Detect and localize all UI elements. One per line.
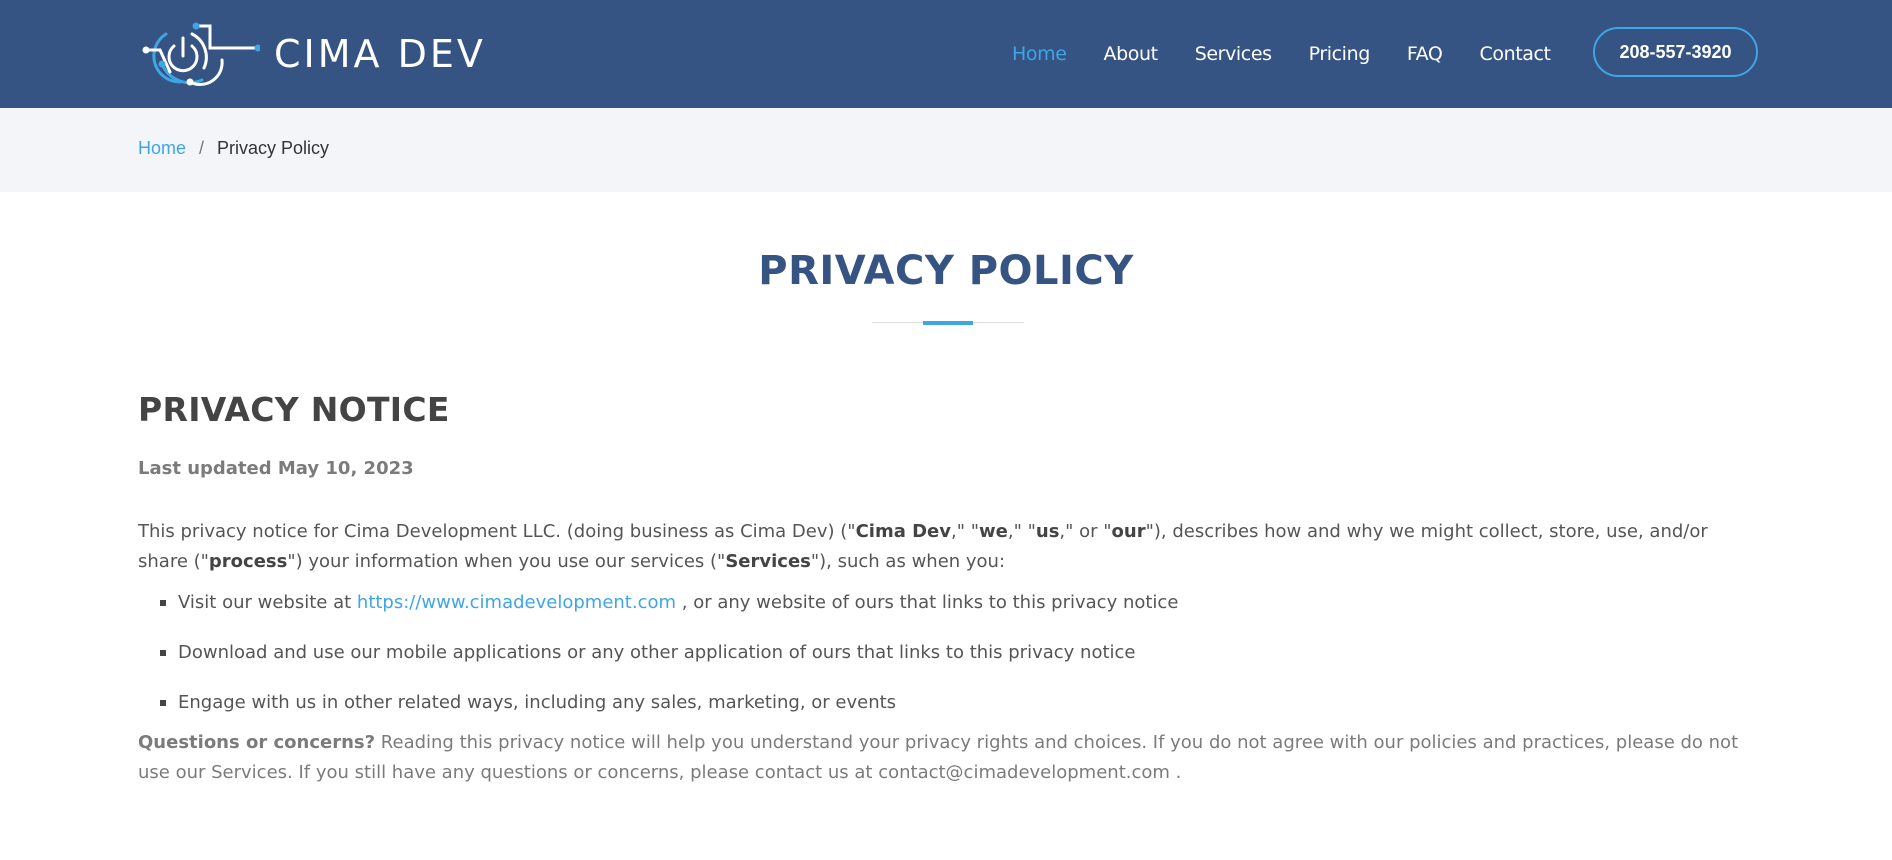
main-nav: Home About Services Pricing FAQ Contact xyxy=(1012,0,1588,108)
nav-about[interactable]: About xyxy=(1104,43,1159,65)
usage-list: Visit our website at https://www.cimadev… xyxy=(138,588,1758,718)
intro-text-7: "), such as when you: xyxy=(810,551,1006,572)
intro-paragraph: This privacy notice for Cima Development… xyxy=(138,517,1758,577)
list-item: Visit our website at https://www.cimadev… xyxy=(138,588,1758,618)
intro-bold-cima-dev: Cima Dev xyxy=(855,521,951,542)
site-header: CIMA DEV Home About Services Pricing FAQ… xyxy=(0,0,1892,108)
intro-bold-we: we xyxy=(979,521,1008,542)
concerns-label: Questions or concerns? xyxy=(138,732,376,753)
concerns-text: Reading this privacy notice will help yo… xyxy=(138,732,1739,783)
list-item: Download and use our mobile applications… xyxy=(138,638,1758,668)
breadcrumb-bar: Home / Privacy Policy xyxy=(0,108,1892,192)
intro-bold-process: process xyxy=(208,551,288,572)
bullet-text: , or any website of ours that links to t… xyxy=(681,592,1179,613)
concerns-paragraph: Questions or concerns? Reading this priv… xyxy=(138,728,1758,788)
breadcrumb: Home / Privacy Policy xyxy=(138,138,329,159)
last-updated: Last updated May 10, 2023 xyxy=(138,458,414,479)
breadcrumb-separator: / xyxy=(199,138,205,158)
intro-bold-us: us xyxy=(1035,521,1060,542)
power-circuit-logo-icon xyxy=(142,22,260,86)
bullet-square-icon xyxy=(160,600,166,606)
breadcrumb-home-link[interactable]: Home xyxy=(138,138,186,159)
phone-button[interactable]: 208-557-3920 xyxy=(1593,27,1758,77)
breadcrumb-current: Privacy Policy xyxy=(217,138,330,158)
bullet-text: Download and use our mobile applications… xyxy=(178,642,1136,663)
nav-faq[interactable]: FAQ xyxy=(1407,43,1443,65)
brand-logo[interactable]: CIMA DEV xyxy=(140,16,486,92)
intro-text-2: ," " xyxy=(951,521,980,542)
nav-pricing[interactable]: Pricing xyxy=(1309,43,1371,65)
title-divider-accent xyxy=(923,321,973,325)
bullet-text: Engage with us in other related ways, in… xyxy=(178,692,897,713)
intro-text-4: ," or " xyxy=(1059,521,1112,542)
bullet-square-icon xyxy=(160,650,166,656)
intro-text-1: This privacy notice for Cima Development… xyxy=(138,521,856,542)
brand-name: CIMA DEV xyxy=(274,32,486,76)
privacy-content: PRIVACY NOTICE Last updated May 10, 2023… xyxy=(138,390,1758,788)
list-item: Engage with us in other related ways, in… xyxy=(138,688,1758,718)
notice-heading: PRIVACY NOTICE xyxy=(138,390,450,429)
intro-bold-our: our xyxy=(1111,521,1146,542)
bullet-square-icon xyxy=(160,700,166,706)
intro-text-3: ," " xyxy=(1007,521,1036,542)
page-title: PRIVACY POLICY xyxy=(758,248,1134,294)
intro-text-6: ") your information when you use our ser… xyxy=(287,551,726,572)
nav-home[interactable]: Home xyxy=(1012,43,1067,65)
website-link[interactable]: https://www.cimadevelopment.com xyxy=(357,592,676,613)
bullet-text: Visit our website at xyxy=(178,592,352,613)
nav-services[interactable]: Services xyxy=(1195,43,1272,65)
nav-contact[interactable]: Contact xyxy=(1479,43,1551,65)
intro-bold-services: Services xyxy=(725,551,811,572)
